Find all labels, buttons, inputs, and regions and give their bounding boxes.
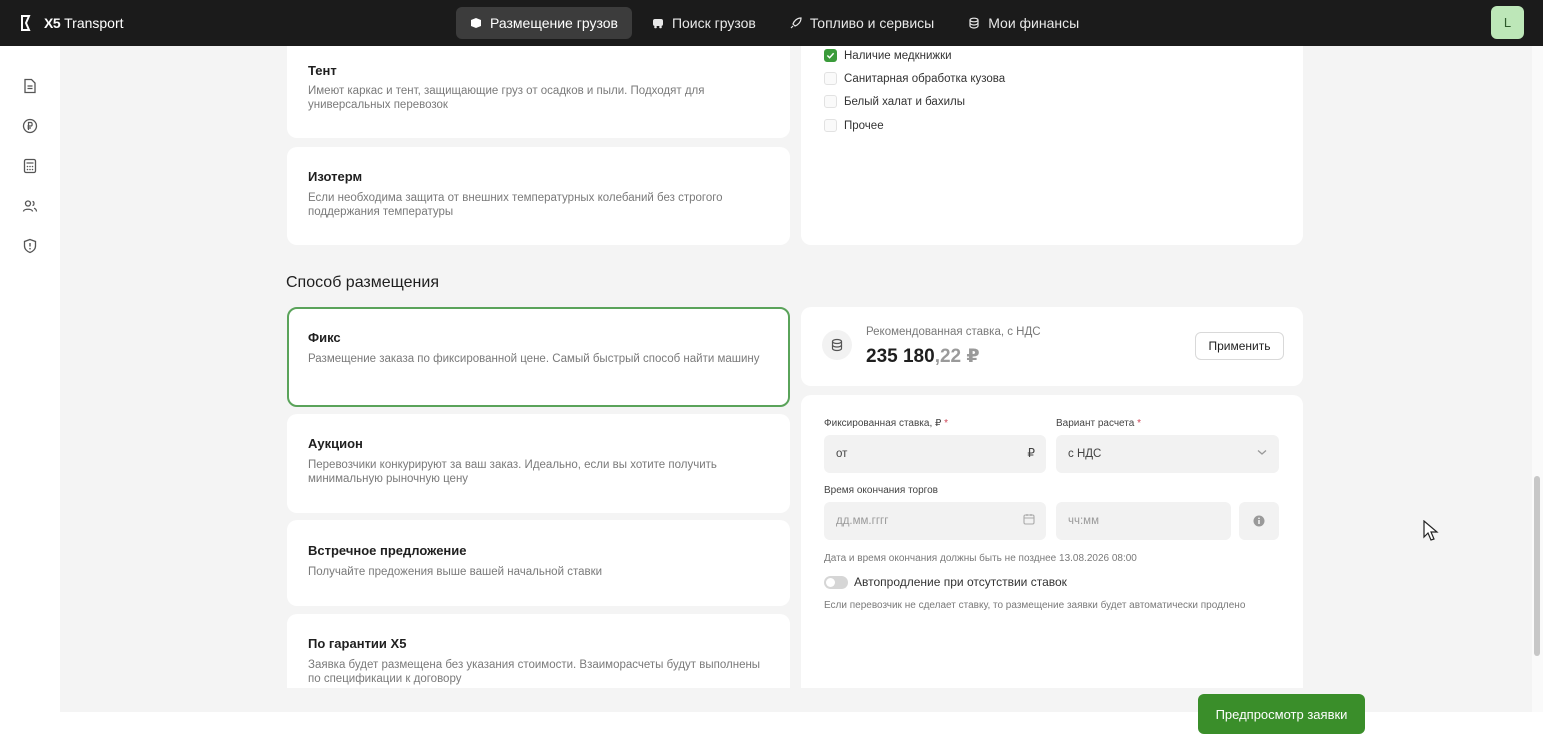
nav-label: Топливо и сервисы bbox=[809, 15, 935, 31]
placement-option-counter-offer[interactable]: Встречное предложение Получайте предожен… bbox=[287, 520, 790, 606]
requirement-medical-book[interactable]: Наличие медкнижки bbox=[824, 49, 952, 62]
truck-icon bbox=[652, 19, 663, 29]
card-title: По гарантии X5 bbox=[308, 636, 407, 651]
preview-request-button[interactable]: Предпросмотр заявки bbox=[1198, 694, 1365, 734]
fixed-rate-placeholder: от bbox=[836, 448, 848, 460]
rate-frac: ,22 ₽ bbox=[934, 346, 980, 367]
requirement-label: Наличие медкнижки bbox=[844, 49, 952, 62]
checkbox[interactable] bbox=[824, 72, 837, 85]
users-icon[interactable] bbox=[22, 198, 38, 214]
ruble-icon[interactable] bbox=[22, 118, 38, 134]
card-title: Аукцион bbox=[308, 436, 363, 451]
recommended-rate-label: Рекомендованная ставка, с НДС bbox=[866, 326, 1041, 338]
calendar-icon[interactable] bbox=[1023, 513, 1035, 528]
requirement-white-coat[interactable]: Белый халат и бахилы bbox=[824, 95, 965, 108]
date-hint: Дата и время окончания должны быть не по… bbox=[824, 553, 1137, 564]
toggle-knob bbox=[826, 578, 835, 587]
nav-label: Поиск грузов bbox=[671, 15, 756, 31]
calc-variant-label: Вариант расчета * bbox=[1056, 418, 1141, 429]
card-description: Если необходима защита от внешних темпер… bbox=[308, 192, 723, 218]
recommended-rate-value: 235 180,22 ₽ bbox=[866, 345, 980, 368]
auto-extend-label: Автопродление при отсутствии ставок bbox=[854, 575, 1067, 589]
card-title: Изотерм bbox=[308, 169, 363, 184]
requirement-label: Прочее bbox=[844, 119, 884, 132]
nav-cargo-search[interactable]: Поиск грузов bbox=[638, 7, 770, 39]
user-avatar[interactable]: L bbox=[1491, 6, 1524, 39]
card-description: Имеют каркас и тент, защищающие груз от … bbox=[308, 85, 705, 111]
coins-icon bbox=[822, 330, 852, 360]
fixed-rate-input[interactable]: от ₽ bbox=[824, 435, 1046, 473]
calc-variant-select[interactable]: с НДС bbox=[1056, 435, 1279, 473]
requirement-label: Белый халат и бахилы bbox=[844, 95, 965, 108]
auto-extend-toggle[interactable] bbox=[824, 576, 848, 589]
check-icon bbox=[826, 52, 835, 59]
card-title: Встречное предложение bbox=[308, 543, 467, 558]
requirement-label: Санитарная обработка кузова bbox=[844, 72, 1006, 85]
date-placeholder: дд.мм.гггг bbox=[836, 515, 889, 527]
chevron-down-icon bbox=[1256, 446, 1268, 461]
mouse-cursor-icon bbox=[1423, 520, 1439, 541]
calculator-icon[interactable] bbox=[22, 158, 38, 174]
card-description: Размещение заказа по фиксированной цене.… bbox=[308, 353, 760, 365]
top-bar: X5 Transport Размещение грузов Поиск гру… bbox=[0, 0, 1543, 46]
calc-variant-value: с НДС bbox=[1068, 448, 1102, 460]
checkbox[interactable] bbox=[824, 119, 837, 132]
requirement-other[interactable]: Прочее bbox=[824, 119, 884, 132]
document-icon[interactable] bbox=[22, 78, 38, 94]
body-type-card-tent[interactable]: Тент Имеют каркас и тент, защищающие гру… bbox=[287, 46, 790, 138]
logo-text: Transport bbox=[64, 15, 124, 31]
rocket-icon bbox=[790, 17, 802, 29]
fixed-rate-label: Фиксированная ставка, ₽ * bbox=[824, 418, 949, 429]
sidebar bbox=[0, 46, 60, 712]
logo-mark: X5 bbox=[44, 15, 61, 31]
card-description: Получайте предожения выше вашей начально… bbox=[308, 566, 603, 578]
body-type-card-isotherm[interactable]: Изотерм Если необходима защита от внешни… bbox=[287, 147, 790, 245]
apply-rate-button[interactable]: Применить bbox=[1195, 332, 1284, 360]
card-description: Перевозчики конкурируют за ваш заказ. Ид… bbox=[308, 459, 717, 485]
shield-icon[interactable] bbox=[22, 238, 38, 254]
placement-option-auction[interactable]: Аукцион Перевозчики конкурируют за ваш з… bbox=[287, 414, 790, 513]
end-date-input[interactable]: дд.мм.гггг bbox=[824, 502, 1046, 540]
time-placeholder: чч:мм bbox=[1068, 515, 1099, 527]
coins-icon bbox=[969, 17, 979, 29]
placement-option-fix[interactable]: Фикс Размещение заказа по фиксированной … bbox=[287, 307, 790, 407]
main-nav: Размещение грузов Поиск грузов Топливо и… bbox=[456, 7, 1099, 39]
nav-my-finances[interactable]: Мои финансы bbox=[954, 7, 1093, 39]
card-title: Фикс bbox=[308, 330, 341, 345]
nav-label: Размещение грузов bbox=[490, 15, 618, 31]
end-time-label: Время окончания торгов bbox=[824, 485, 938, 496]
auto-extend-hint: Если перевозчик не сделает ставку, то ра… bbox=[824, 600, 1246, 611]
section-title-placement: Способ размещения bbox=[286, 274, 439, 291]
box-icon bbox=[471, 18, 481, 28]
placement-option-x5-guarantee[interactable]: По гарантии X5 Заявка будет размещена бе… bbox=[287, 614, 790, 688]
nav-label: Мои финансы bbox=[988, 15, 1080, 31]
logo-icon bbox=[21, 15, 31, 31]
rate-int: 235 180 bbox=[866, 346, 935, 367]
card-title: Тент bbox=[308, 63, 337, 78]
end-time-input[interactable]: чч:мм bbox=[1056, 502, 1231, 540]
logo[interactable]: X5 Transport bbox=[20, 12, 124, 34]
currency-suffix: ₽ bbox=[1027, 446, 1035, 460]
checkbox[interactable] bbox=[824, 95, 837, 108]
card-description: Заявка будет размещена без указания стои… bbox=[308, 659, 761, 685]
requirement-sanitary[interactable]: Санитарная обработка кузова bbox=[824, 72, 1005, 85]
checkbox-checked[interactable] bbox=[824, 49, 837, 62]
nav-cargo-placement[interactable]: Размещение грузов bbox=[456, 7, 632, 39]
info-icon[interactable] bbox=[1239, 502, 1279, 540]
scrollbar-thumb[interactable] bbox=[1534, 476, 1540, 656]
nav-fuel-services[interactable]: Топливо и сервисы bbox=[776, 7, 948, 39]
